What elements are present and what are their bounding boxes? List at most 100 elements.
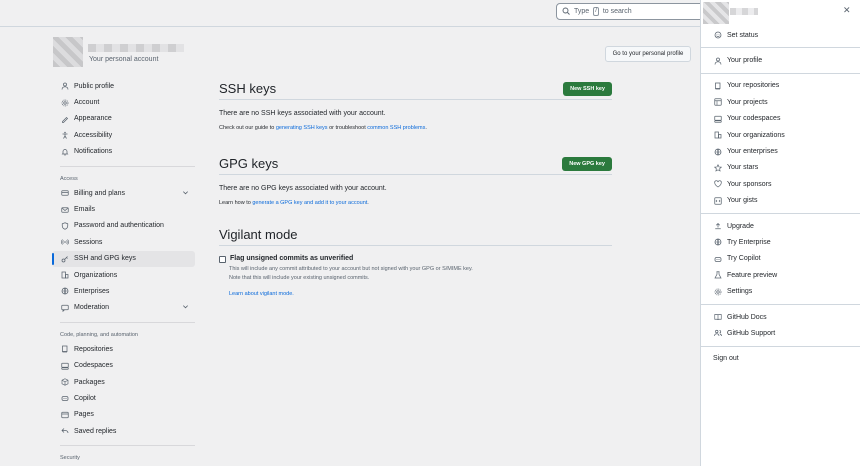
menu-item-your-profile[interactable]: Your profile — [701, 52, 860, 68]
star-icon — [713, 163, 722, 172]
broadcast-icon — [60, 238, 69, 247]
sidebar-item-label: Sessions — [74, 238, 103, 246]
vigilant-checkbox-label[interactable]: Flag unsigned commits as unverified — [230, 255, 353, 263]
repo-icon — [60, 345, 69, 354]
sidebar-item-ssh-and-gpg-keys[interactable]: SSH and GPG keys — [52, 250, 195, 267]
menu-item-your-codespaces[interactable]: Your codespaces — [701, 111, 860, 127]
menu-item-your-enterprises[interactable]: Your enterprises — [701, 143, 860, 159]
vigilant-desc-line2: Note that this will include your existin… — [229, 275, 370, 281]
close-icon[interactable]: ✕ — [843, 5, 851, 16]
accessibility-icon — [60, 131, 69, 140]
table-icon — [713, 98, 722, 107]
chevron-down-icon[interactable] — [182, 303, 189, 312]
menu-item-label: Your repositories — [727, 82, 780, 90]
menu-item-set-status[interactable]: Set status — [701, 27, 860, 43]
bell-icon — [60, 147, 69, 156]
new-ssh-key-button[interactable]: New SSH key — [563, 81, 612, 96]
menu-item-your-sponsors[interactable]: Your sponsors — [701, 176, 860, 192]
new-gpg-key-button[interactable]: New GPG key — [562, 156, 612, 171]
vigilant-option: Flag unsigned commits as unverified — [219, 255, 612, 263]
sidebar-item-appearance[interactable]: Appearance — [52, 111, 195, 127]
sidebar-section-security: Security — [60, 455, 80, 462]
menu-item-try-enterprise[interactable]: Try Enterprise — [701, 234, 860, 250]
gear-icon — [60, 98, 69, 107]
organization-icon — [60, 271, 69, 280]
menu-item-your-projects[interactable]: Your projects — [701, 94, 860, 110]
sidebar-item-account[interactable]: Account — [52, 94, 195, 110]
menu-item-try-copilot[interactable]: Try Copilot — [701, 251, 860, 267]
sidebar-item-label: Billing and plans — [74, 189, 125, 197]
menu-item-your-repositories[interactable]: Your repositories — [701, 78, 860, 94]
sidebar-item-accessibility[interactable]: Accessibility — [52, 127, 195, 143]
sidebar-item-label: Repositories — [74, 345, 113, 353]
menu-item-your-organizations[interactable]: Your organizations — [701, 127, 860, 143]
ssh-header: SSH keys New SSH key — [219, 78, 612, 100]
sidebar-item-moderation[interactable]: Moderation — [52, 300, 195, 316]
sidebar-item-password-and-authentication[interactable]: Password and authentication — [52, 218, 195, 234]
reply-icon — [60, 427, 69, 436]
sidebar-item-packages[interactable]: Packages — [52, 374, 195, 390]
sidebar-item-label: Moderation — [74, 304, 110, 312]
sidebar-item-public-profile[interactable]: Public profile — [52, 78, 195, 94]
sidebar-item-sessions[interactable]: Sessions — [52, 234, 195, 250]
sidebar-item-enterprises[interactable]: Enterprises — [52, 283, 195, 299]
menu-item-your-stars[interactable]: Your stars — [701, 160, 860, 176]
generating-ssh-keys-link[interactable]: generating SSH keys — [276, 125, 328, 131]
copilot-icon — [713, 254, 722, 263]
sidebar-item-organizations[interactable]: Organizations — [52, 267, 195, 283]
copilot-icon — [60, 394, 69, 403]
gpg-help-suffix: . — [367, 200, 369, 206]
avatar[interactable] — [53, 37, 83, 67]
menu-item-upgrade[interactable]: Upgrade — [701, 218, 860, 234]
vigilant-checkbox[interactable] — [219, 256, 226, 263]
sidebar-item-pages[interactable]: Pages — [52, 407, 195, 423]
menu-item-your-gists[interactable]: Your gists — [701, 193, 860, 209]
vigilant-learn-link[interactable]: Learn about vigilant mode. — [229, 291, 612, 297]
organization-icon — [713, 131, 722, 140]
menu-item-settings[interactable]: Settings — [701, 283, 860, 299]
goto-profile-button[interactable]: Go to your personal profile — [605, 46, 691, 62]
search-input[interactable]: Type / to search — [556, 3, 706, 20]
repo-icon — [713, 81, 722, 90]
sidebar-section-code: Code, planning, and automation — [60, 332, 138, 339]
search-icon — [562, 7, 570, 17]
sidebar-item-label: Password and authentication — [74, 222, 164, 230]
sidebar-item-codespaces[interactable]: Codespaces — [52, 357, 195, 373]
common-ssh-problems-link[interactable]: common SSH problems — [367, 125, 425, 131]
menu-divider — [701, 345, 860, 347]
paintbrush-icon — [60, 114, 69, 123]
sidebar-item-notifications[interactable]: Notifications — [52, 144, 195, 160]
sidebar-item-label: Emails — [74, 206, 96, 214]
menu-item-label: Upgrade — [727, 222, 754, 230]
menu-item-github-support[interactable]: GitHub Support — [701, 325, 860, 341]
sidebar-divider — [60, 445, 195, 447]
globe-icon — [60, 287, 69, 296]
sidebar-item-emails[interactable]: Emails — [52, 201, 195, 217]
chevron-down-icon[interactable] — [182, 189, 189, 198]
sign-out-button[interactable]: Sign out — [701, 351, 860, 367]
search-prefix: Type — [574, 8, 590, 15]
globe-icon — [713, 238, 722, 247]
menu-divider — [701, 303, 860, 305]
search-shortcut-key: / — [593, 7, 599, 16]
sidebar-item-label: Copilot — [74, 394, 96, 402]
sidebar-divider — [60, 165, 195, 167]
codespaces-icon — [60, 361, 69, 370]
menu-item-label: GitHub Docs — [727, 313, 767, 321]
mail-icon — [60, 205, 69, 214]
book-icon — [713, 313, 722, 322]
smiley-icon — [713, 31, 722, 40]
user-menu: Set status Your profile Your repositories Y… — [701, 27, 860, 367]
ssh-help-prefix: Check out our guide to — [219, 125, 276, 131]
menu-item-label: Feature preview — [727, 271, 778, 279]
generate-gpg-key-link[interactable]: generate a GPG key and add it to your ac… — [252, 200, 367, 206]
vigilant-description: This will include any commit attributed … — [229, 265, 612, 283]
menu-item-github-docs[interactable]: GitHub Docs — [701, 309, 860, 325]
sidebar-item-copilot[interactable]: Copilot — [52, 390, 195, 406]
sidebar-item-label: Pages — [74, 411, 94, 419]
menu-item-feature-preview[interactable]: Feature preview — [701, 267, 860, 283]
sidebar-item-saved-replies[interactable]: Saved replies — [52, 423, 195, 439]
person-icon — [60, 82, 69, 91]
sidebar-item-repositories[interactable]: Repositories — [52, 341, 195, 357]
sidebar-item-billing-and-plans[interactable]: Billing and plans — [52, 185, 195, 201]
